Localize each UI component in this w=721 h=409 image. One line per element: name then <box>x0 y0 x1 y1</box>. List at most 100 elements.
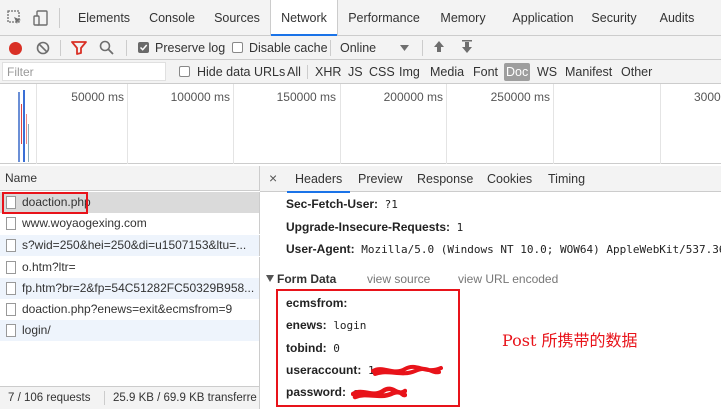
tab-memory[interactable]: Memory <box>432 0 494 36</box>
divider <box>307 65 308 79</box>
filter-placeholder: Filter <box>7 65 34 79</box>
header-value: Mozilla/5.0 (Windows NT 10.0; WOW64) App… <box>361 243 721 256</box>
overview-timeline[interactable]: 50000 ms 100000 ms 150000 ms 200000 ms 2… <box>0 84 721 164</box>
document-icon <box>6 239 16 252</box>
form-data-title: Form Data <box>277 272 337 286</box>
close-icon[interactable]: × <box>269 171 277 185</box>
clear-icon[interactable] <box>36 41 50 55</box>
annotation-box <box>2 192 88 214</box>
header-key: Upgrade-Insecure-Requests: <box>286 220 451 234</box>
request-row[interactable]: www.woyaogexing.com <box>0 213 260 234</box>
request-name: o.htm?ltr= <box>22 260 76 274</box>
tab-timing[interactable]: Timing <box>548 166 585 192</box>
timeline-activity-bar <box>26 114 27 144</box>
divider <box>422 40 423 56</box>
filter-type-img[interactable]: Img <box>399 63 420 81</box>
filter-type-manifest[interactable]: Manifest <box>565 63 612 81</box>
request-row[interactable]: s?wid=250&hei=250&di=u1507153&ltu=... <box>0 235 260 256</box>
timeline-tick-label: 100000 ms <box>170 90 230 104</box>
document-icon <box>6 282 16 295</box>
throttle-select[interactable]: Online <box>340 39 376 57</box>
hide-data-urls-checkbox[interactable] <box>179 66 190 77</box>
devtools-tab-bar: Elements Console Sources Network Perform… <box>0 0 721 37</box>
preserve-log-checkbox[interactable] <box>138 42 149 53</box>
timeline-tick-label: 250000 ms <box>490 90 550 104</box>
disable-cache-checkbox[interactable] <box>232 42 243 53</box>
view-url-encoded-link[interactable]: view URL encoded <box>458 272 558 286</box>
export-har-icon[interactable] <box>461 40 473 54</box>
filter-type-media[interactable]: Media <box>430 63 464 81</box>
tab-cookies[interactable]: Cookies <box>487 166 532 192</box>
request-name: doaction.php?enews=exit&ecmsfrom=9 <box>22 302 233 316</box>
header-row-user-agent: User-Agent: Mozilla/5.0 (Windows NT 10.0… <box>286 242 721 256</box>
request-list-header[interactable]: Name <box>0 166 260 191</box>
preserve-log-label[interactable]: Preserve log <box>155 39 225 57</box>
chevron-down-icon[interactable] <box>400 45 409 51</box>
timeline-activity-bar <box>28 124 29 162</box>
tab-security[interactable]: Security <box>588 0 640 36</box>
divider <box>104 391 105 405</box>
document-icon <box>6 303 16 316</box>
tab-preview[interactable]: Preview <box>358 166 402 192</box>
tab-sources[interactable]: Sources <box>206 0 268 36</box>
filter-type-font[interactable]: Font <box>473 63 498 81</box>
divider <box>126 40 127 56</box>
timeline-tick-label: 200000 ms <box>383 90 443 104</box>
filter-type-ws[interactable]: WS <box>537 63 557 81</box>
header-key: User-Agent: <box>286 242 355 256</box>
header-key: Sec-Fetch-User: <box>286 197 379 211</box>
tab-headers[interactable]: Headers <box>286 166 351 193</box>
annotation-text: Post 所携带的数据 <box>502 331 638 350</box>
request-row[interactable]: fp.htm?br=2&fp=54C51282FC50329B958... <box>0 278 260 299</box>
network-toolbar: Preserve log Disable cache Online <box>0 36 721 60</box>
hide-data-urls-label[interactable]: Hide data URLs <box>197 63 285 81</box>
request-count: 7 / 106 requests <box>8 392 91 404</box>
device-toolbar-icon[interactable] <box>33 9 51 27</box>
header-row-sec-fetch-user: Sec-Fetch-User: ?1 <box>286 197 398 211</box>
request-row[interactable]: doaction.php?enews=exit&ecmsfrom=9 <box>0 299 260 320</box>
disable-cache-label[interactable]: Disable cache <box>249 39 328 57</box>
request-row[interactable]: o.htm?ltr= <box>0 257 260 278</box>
filter-bar: Filter Hide data URLs All XHR JS CSS Img… <box>0 60 721 84</box>
status-bar: 7 / 106 requests 25.9 KB / 69.9 KB trans… <box>0 386 260 409</box>
divider <box>330 40 331 56</box>
inspect-element-icon[interactable] <box>7 10 23 26</box>
timeline-gridline <box>553 84 554 164</box>
header-row-upgrade-insecure: Upgrade-Insecure-Requests: 1 <box>286 220 463 234</box>
request-name: www.woyaogexing.com <box>22 216 147 230</box>
divider <box>60 40 61 56</box>
timeline-activity-bar <box>21 104 22 144</box>
tab-elements[interactable]: Elements <box>70 0 138 36</box>
filter-type-js[interactable]: JS <box>348 63 363 81</box>
detail-tab-bar: × Headers Preview Response Cookies Timin… <box>260 166 721 193</box>
document-icon <box>6 324 16 337</box>
filter-type-doc[interactable]: Doc <box>504 63 531 81</box>
record-icon[interactable] <box>9 42 22 55</box>
request-list-empty <box>0 341 260 386</box>
view-source-link[interactable]: view source <box>367 272 430 286</box>
timeline-gridline <box>340 84 341 164</box>
filter-type-css[interactable]: CSS <box>369 63 395 81</box>
timeline-tick-label: 3000 <box>694 90 721 104</box>
tab-performance[interactable]: Performance <box>344 0 424 36</box>
name-column-header: Name <box>5 171 38 185</box>
divider <box>59 8 60 28</box>
filter-type-other[interactable]: Other <box>621 63 652 81</box>
tab-audits[interactable]: Audits <box>652 0 702 36</box>
timeline-activity-bar <box>23 90 25 162</box>
timeline-tick-label: 50000 ms <box>71 90 124 104</box>
filter-type-all[interactable]: All <box>287 63 301 81</box>
timeline-gridline <box>660 84 661 164</box>
document-icon <box>6 217 16 230</box>
search-icon[interactable] <box>99 40 114 55</box>
import-har-icon[interactable] <box>433 40 445 54</box>
tab-console[interactable]: Console <box>140 0 204 36</box>
tab-response[interactable]: Response <box>417 166 473 192</box>
tab-network[interactable]: Network <box>270 0 338 37</box>
tab-application[interactable]: Application <box>503 0 583 36</box>
request-row[interactable]: login/ <box>0 320 260 341</box>
filter-icon[interactable] <box>71 41 87 55</box>
timeline-gridline <box>127 84 128 164</box>
filter-type-xhr[interactable]: XHR <box>315 63 341 81</box>
filter-input[interactable]: Filter <box>2 62 166 81</box>
